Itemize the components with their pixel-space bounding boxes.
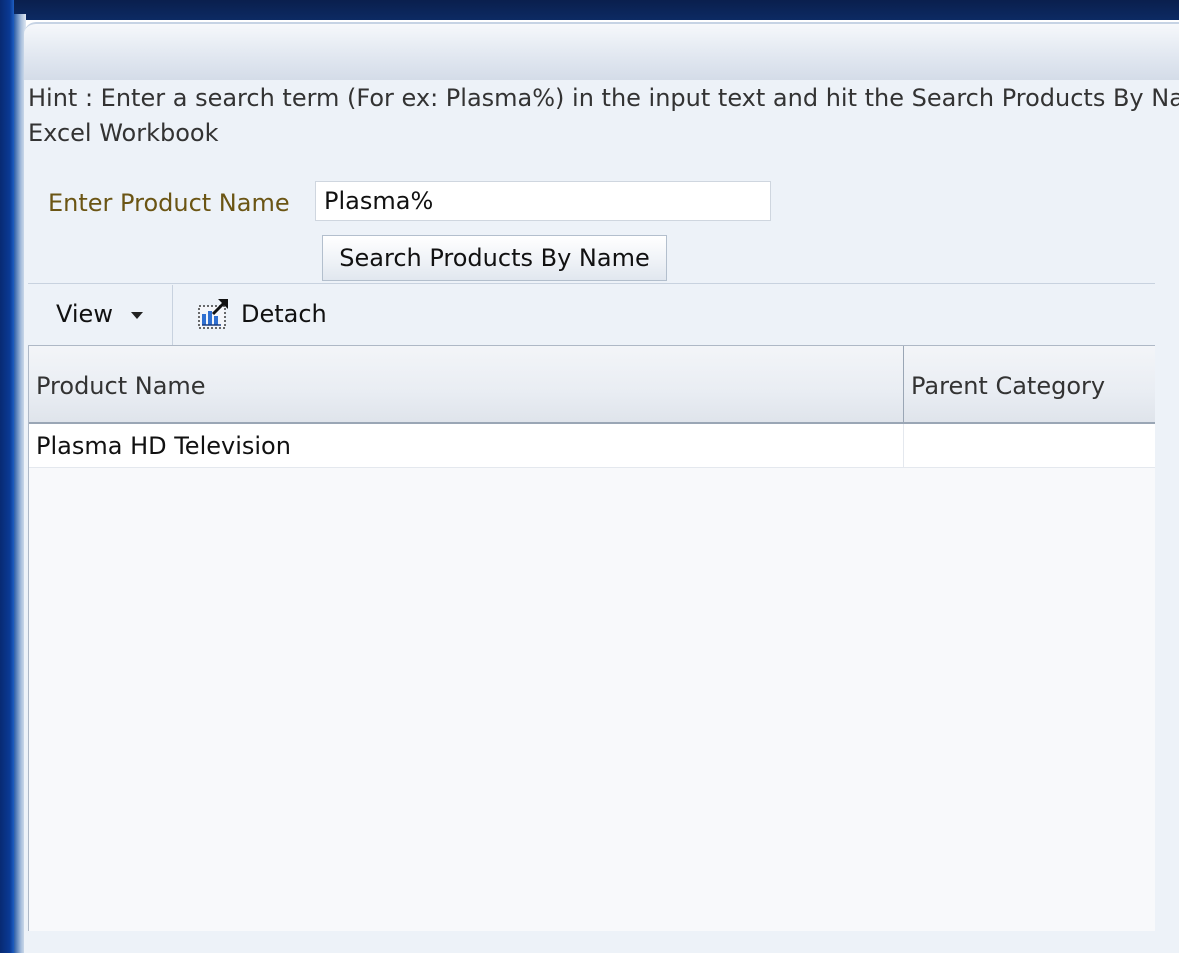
table-header: Product Name Parent Category xyxy=(29,346,1155,424)
cell-product-name: Plasma HD Television xyxy=(36,432,291,460)
view-menu-label: View xyxy=(56,300,113,328)
chevron-down-icon xyxy=(130,311,143,319)
application-window: Hint : Enter a search term (For ex: Plas… xyxy=(0,0,1179,953)
view-menu[interactable]: View xyxy=(56,297,143,331)
product-name-input[interactable] xyxy=(315,181,771,221)
hint-text: Hint : Enter a search term (For ex: Plas… xyxy=(28,81,1179,151)
detach-button[interactable]: Detach xyxy=(197,297,327,333)
toolbar-top-divider xyxy=(28,283,1155,284)
column-header-product-name[interactable]: Product Name xyxy=(29,346,903,422)
cell-parent-category xyxy=(904,424,1164,468)
column-header-parent-category[interactable]: Parent Category xyxy=(904,346,1164,422)
hint-line-2: Excel Workbook xyxy=(28,119,219,147)
window-top-border xyxy=(0,0,1179,20)
table-row[interactable]: Plasma HD Television xyxy=(29,424,1155,468)
results-table: Product Name Parent Category Plasma HD T… xyxy=(28,345,1155,931)
detach-label: Detach xyxy=(241,300,327,328)
detach-icon xyxy=(198,298,229,329)
search-products-button[interactable]: Search Products By Name xyxy=(322,235,667,281)
toolbar-separator xyxy=(172,285,173,345)
window-left-border xyxy=(0,0,14,953)
hint-line-1: Hint : Enter a search term (For ex: Plas… xyxy=(28,84,1179,112)
panel-header xyxy=(24,22,1179,80)
product-name-label: Enter Product Name xyxy=(48,189,290,217)
